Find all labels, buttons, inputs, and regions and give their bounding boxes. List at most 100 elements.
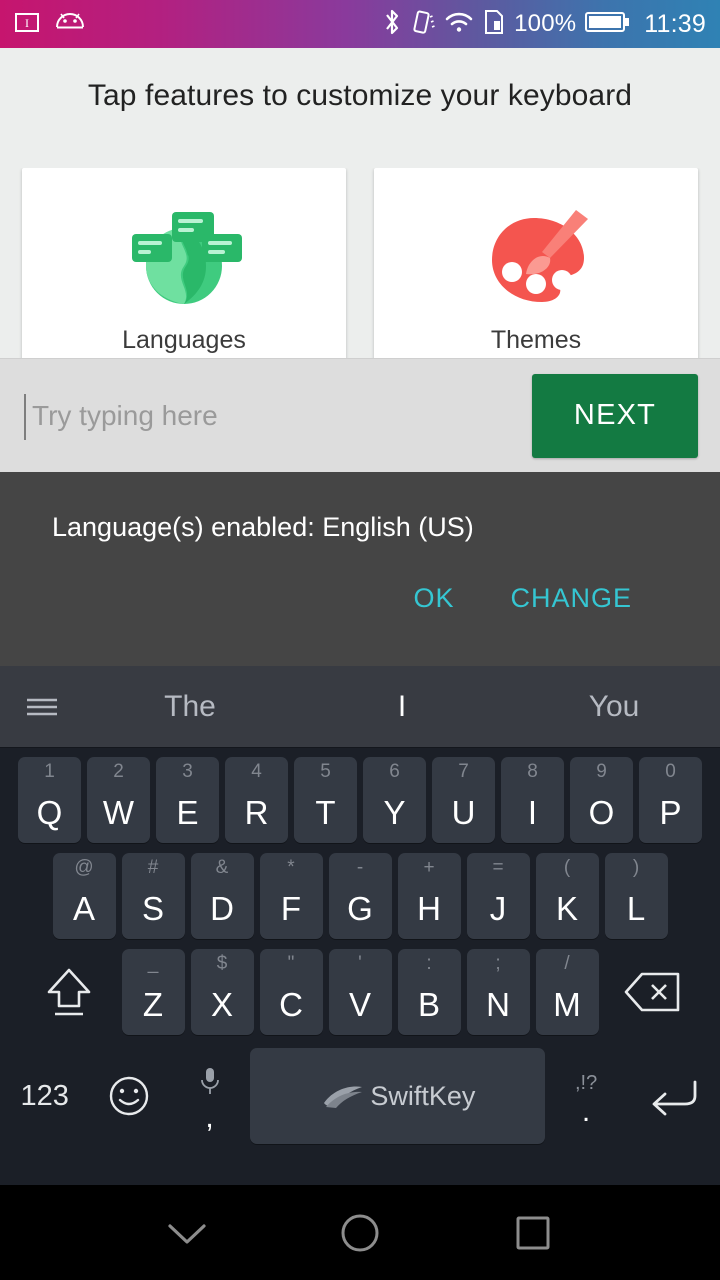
key-K[interactable]: (K — [535, 853, 599, 939]
key-primary-label: Y — [383, 794, 406, 831]
swiftkey-keyboard: The I You 1Q2W3E4R5T6Y7U8I9O0P @ A # S & D * F -… — [0, 666, 720, 1185]
swiftkey-logo-icon: SwiftKey — [320, 1081, 475, 1112]
keyboard-row-2: @ A # S & D * F - G + H = J(K) L — [0, 850, 720, 942]
key-secondary-label: * — [287, 857, 295, 878]
numbers-key[interactable]: 123 — [0, 1048, 89, 1144]
key-Y[interactable]: 6Y — [363, 757, 426, 843]
key-secondary-label: # — [147, 857, 159, 878]
recents-square-icon[interactable] — [488, 1188, 578, 1278]
key-J[interactable]: = J — [466, 853, 530, 939]
prediction-bar: The I You — [0, 666, 720, 748]
emoji-smiley-icon[interactable] — [89, 1048, 169, 1144]
prediction-candidate-1[interactable]: I — [296, 690, 508, 724]
key-primary-label: P — [659, 794, 682, 831]
chevron-down-icon[interactable] — [142, 1188, 232, 1278]
key-B[interactable]: :B — [397, 949, 461, 1035]
feature-card-themes[interactable]: Themes — [374, 168, 698, 360]
key-R[interactable]: 4R — [225, 757, 288, 843]
key-secondary-label: ) — [632, 857, 640, 878]
snackbar-actions: OK CHANGE — [52, 583, 680, 614]
prediction-candidate-2[interactable]: You — [508, 690, 720, 724]
android-navigation-bar — [0, 1185, 720, 1280]
page-title: Tap features to customize your keyboard — [0, 48, 720, 144]
key-I[interactable]: 8I — [501, 757, 564, 843]
key-H[interactable]: + H — [397, 853, 461, 939]
key-E[interactable]: 3E — [156, 757, 219, 843]
feature-card-languages[interactable]: Languages — [22, 168, 346, 360]
shift-arrow-icon[interactable] — [22, 949, 116, 1035]
key-D[interactable]: & D — [190, 853, 254, 939]
key-primary-label: S — [141, 890, 164, 927]
key-Q[interactable]: 1Q — [18, 757, 81, 843]
key-S[interactable]: # S — [121, 853, 185, 939]
key-M[interactable]: / M — [535, 949, 599, 1035]
key-primary-label: G — [347, 890, 373, 927]
enter-return-icon[interactable] — [627, 1048, 720, 1144]
sim-card-icon — [483, 8, 505, 41]
svg-text:I: I — [25, 16, 29, 30]
key-X[interactable]: $ X — [190, 949, 254, 1035]
bluetooth-icon — [382, 8, 402, 41]
key-U[interactable]: 7U — [432, 757, 495, 843]
status-bar-right: 100% 11:39 — [382, 8, 706, 41]
next-button[interactable]: NEXT — [532, 373, 698, 458]
period-key[interactable]: ,!? . — [545, 1048, 627, 1144]
backspace-icon[interactable] — [605, 949, 699, 1035]
key-secondary-label: " — [287, 953, 295, 974]
key-V[interactable]: ' V — [328, 949, 392, 1035]
key-primary-label: Q — [36, 794, 63, 831]
comma-key-label: , — [205, 1101, 214, 1134]
key-primary-label: L — [626, 890, 646, 927]
key-primary-label: D — [210, 890, 234, 927]
key-primary-label: J — [489, 890, 507, 927]
key-F[interactable]: * F — [259, 853, 323, 939]
key-P[interactable]: 0P — [639, 757, 702, 843]
space-key[interactable]: SwiftKey — [250, 1048, 546, 1144]
period-key-label: . — [581, 1094, 591, 1128]
battery-percent-label: 100% — [514, 10, 577, 37]
key-O[interactable]: 9O — [570, 757, 633, 843]
battery-full-icon — [585, 10, 631, 39]
key-W[interactable]: 2W — [87, 757, 150, 843]
key-C[interactable]: " C — [259, 949, 323, 1035]
key-secondary-label: 5 — [320, 761, 331, 782]
snackbar-message: Language(s) enabled: English (US) — [52, 512, 474, 542]
hamburger-menu-icon[interactable] — [0, 692, 84, 722]
key-primary-label: B — [417, 986, 440, 1023]
snackbar-change-button[interactable]: CHANGE — [510, 583, 632, 614]
keyboard-row-1: 1Q2W3E4R5T6Y7U8I9O0P — [0, 754, 720, 846]
key-secondary-label: : — [426, 953, 432, 974]
keyboard-row-4: 123 , SwiftKey ,!? . — [0, 1044, 720, 1148]
wifi-icon — [444, 10, 474, 39]
search-input[interactable]: Try typing here — [22, 386, 532, 446]
key-primary-label: V — [348, 986, 371, 1023]
key-secondary-label: 0 — [665, 761, 676, 782]
key-primary-label: I — [527, 794, 538, 831]
key-primary-label: O — [588, 794, 615, 831]
key-secondary-label: _ — [147, 953, 159, 974]
key-primary-label: T — [315, 794, 336, 831]
prediction-candidate-0[interactable]: The — [84, 690, 296, 724]
key-Z[interactable]: _ Z — [121, 949, 185, 1035]
languages-globe-icon — [114, 190, 254, 318]
snackbar-ok-button[interactable]: OK — [413, 583, 454, 614]
key-primary-label: C — [279, 986, 303, 1023]
status-bar-left: I — [14, 10, 86, 39]
key-secondary-label: @ — [74, 857, 94, 878]
key-secondary-label: ' — [358, 953, 362, 974]
space-key-label: SwiftKey — [370, 1080, 476, 1111]
key-L[interactable]: ) L — [604, 853, 668, 939]
key-primary-label: H — [417, 890, 441, 927]
comma-key[interactable]: , — [169, 1048, 251, 1144]
period-key-secondary: ,!? — [574, 1071, 598, 1094]
key-N[interactable]: ; N — [466, 949, 530, 1035]
key-G[interactable]: -G — [328, 853, 392, 939]
key-T[interactable]: 5T — [294, 757, 357, 843]
key-A[interactable]: @ A — [52, 853, 116, 939]
key-secondary-label: & — [215, 857, 229, 878]
key-secondary-label: ( — [563, 857, 571, 878]
key-primary-label: M — [553, 986, 581, 1023]
key-primary-label: U — [451, 794, 476, 831]
home-circle-icon[interactable] — [315, 1188, 405, 1278]
key-primary-label: F — [280, 890, 302, 927]
